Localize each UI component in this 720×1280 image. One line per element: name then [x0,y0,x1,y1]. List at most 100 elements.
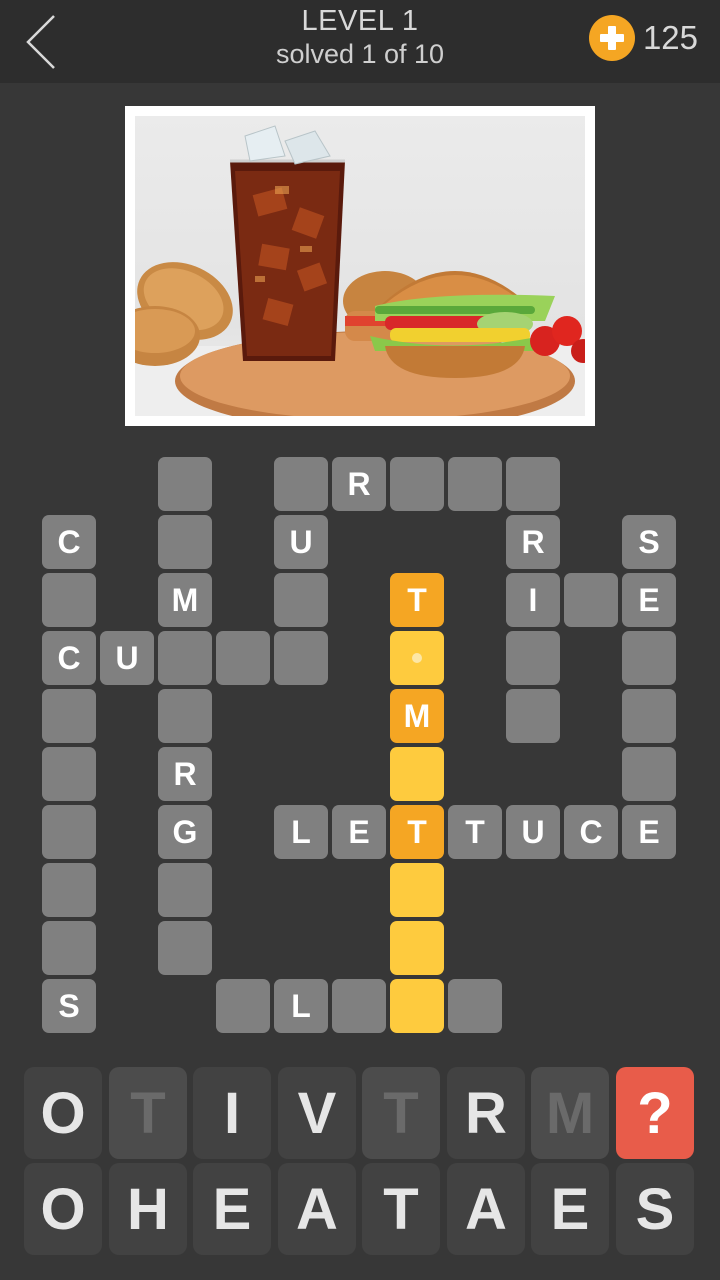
letter-key[interactable]: O [24,1067,102,1159]
grid-cell[interactable] [506,631,560,685]
top-bar: LEVEL 1 solved 1 of 10 125 [0,0,720,83]
grid-cell[interactable] [274,573,328,627]
grid-cell[interactable] [564,573,618,627]
cell-letter: T [407,813,427,850]
grid-cell[interactable]: L [274,805,328,859]
grid-cell[interactable] [158,515,212,569]
grid-cell[interactable]: U [100,631,154,685]
coins-button[interactable]: 125 [588,14,698,62]
key-letter: A [296,1176,338,1242]
letter-key[interactable]: R [447,1067,525,1159]
letter-key[interactable]: S [616,1163,694,1255]
grid-cell[interactable] [332,979,386,1033]
grid-cell[interactable] [390,979,444,1033]
letter-key[interactable]: H [109,1163,187,1255]
grid-cell[interactable]: E [622,573,676,627]
puzzle-image-frame [125,106,595,426]
grid-cell[interactable] [158,457,212,511]
grid-cell[interactable] [42,805,96,859]
grid-cell[interactable]: R [332,457,386,511]
letter-key[interactable]: T [109,1067,187,1159]
grid-cell[interactable] [622,689,676,743]
cell-letter: M [171,581,199,618]
letter-key[interactable]: E [531,1163,609,1255]
grid-cell[interactable] [622,631,676,685]
cell-letter: T [407,581,427,618]
grid-cell[interactable]: C [42,631,96,685]
grid-cell[interactable]: L [274,979,328,1033]
grid-cell[interactable]: U [506,805,560,859]
cell-letter: R [173,755,197,792]
key-letter: H [127,1176,169,1242]
grid-cell[interactable] [390,921,444,975]
puzzle-image [135,116,585,416]
key-letter: T [383,1176,419,1242]
grid-cell[interactable]: R [506,515,560,569]
plus-coin-icon [588,15,635,61]
grid-cell[interactable]: S [622,515,676,569]
cell-letter: E [638,581,660,618]
grid-cell[interactable] [506,457,560,511]
cell-letter: R [521,523,545,560]
grid-cell[interactable]: E [622,805,676,859]
cell-letter: I [528,581,538,618]
grid-cell[interactable]: C [564,805,618,859]
grid-cell[interactable] [42,921,96,975]
cell-letter: G [172,813,198,850]
grid-cell[interactable]: E [332,805,386,859]
key-letter: R [465,1080,507,1146]
grid-cell[interactable] [158,921,212,975]
letter-key[interactable]: T [362,1067,440,1159]
grid-cell[interactable] [448,979,502,1033]
grid-cell[interactable]: S [42,979,96,1033]
grid-cell[interactable] [42,573,96,627]
grid-cell[interactable]: M [390,689,444,743]
key-letter: A [465,1176,507,1242]
grid-cell[interactable] [42,747,96,801]
cursor-dot-icon [412,653,422,663]
grid-cell[interactable]: T [390,805,444,859]
question-mark-icon: ? [637,1080,673,1146]
grid-cell[interactable]: G [158,805,212,859]
letter-key[interactable]: V [278,1067,356,1159]
grid-cell[interactable]: R [158,747,212,801]
cell-letter: C [57,639,81,676]
grid-cell[interactable] [390,863,444,917]
letter-key[interactable]: A [278,1163,356,1255]
grid-cell[interactable] [42,689,96,743]
grid-cell[interactable] [42,863,96,917]
letter-key[interactable]: I [193,1067,271,1159]
grid-cell[interactable]: I [506,573,560,627]
grid-cell[interactable]: U [274,515,328,569]
grid-cell[interactable] [216,631,270,685]
key-letter: O [40,1176,86,1242]
letter-key[interactable]: O [24,1163,102,1255]
cell-letter: L [291,813,311,850]
letter-key[interactable]: T [362,1163,440,1255]
cell-letter: S [638,523,660,560]
grid-cell[interactable] [158,689,212,743]
letter-key[interactable]: M [531,1067,609,1159]
cell-letter: E [348,813,370,850]
grid-cell[interactable] [216,979,270,1033]
letter-key[interactable]: E [193,1163,271,1255]
hint-button[interactable]: ? [616,1067,694,1159]
key-letter: M [545,1080,595,1146]
letter-key[interactable]: A [447,1163,525,1255]
grid-cell[interactable] [390,457,444,511]
key-letter: S [635,1176,675,1242]
grid-cell[interactable] [390,631,444,685]
grid-cell[interactable]: C [42,515,96,569]
grid-cell[interactable] [158,863,212,917]
grid-cell[interactable] [158,631,212,685]
grid-cell[interactable] [274,457,328,511]
grid-cell[interactable]: T [448,805,502,859]
grid-cell[interactable] [390,747,444,801]
grid-cell[interactable] [506,689,560,743]
grid-cell[interactable] [448,457,502,511]
cell-letter: C [57,523,81,560]
grid-cell[interactable]: M [158,573,212,627]
grid-cell[interactable] [622,747,676,801]
grid-cell[interactable] [274,631,328,685]
grid-cell[interactable]: T [390,573,444,627]
